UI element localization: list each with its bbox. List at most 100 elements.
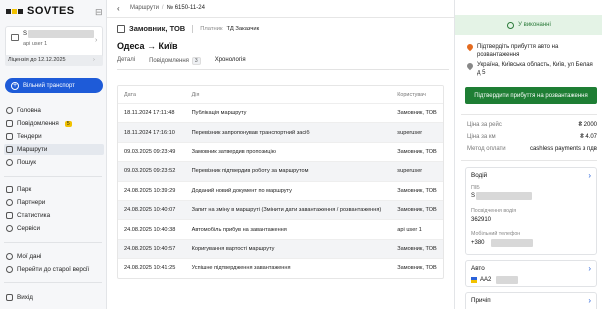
trailer-card[interactable]: Причіп ›: [465, 292, 597, 309]
free-transport-button[interactable]: + Вільний транспорт: [5, 78, 103, 93]
sidebar-item-label: Парк: [17, 186, 32, 193]
location-pin-icon: [467, 63, 473, 70]
cell-date: 24.08.2025 10:39:29: [124, 187, 176, 194]
unloading-address: Україна, Київська область, Київ, ул Бела…: [477, 62, 593, 76]
driver-name: S: [471, 193, 476, 199]
chevron-right-icon: ›: [588, 296, 591, 305]
sidebar-divider: [4, 282, 102, 283]
driver-card-title: Водій: [471, 172, 488, 179]
sidebar-item-label: Головна: [17, 107, 41, 114]
auto-plate: AA2: [480, 277, 492, 283]
breadcrumb-current: № 6150-11-24: [166, 5, 205, 11]
sidebar-item-label: Повідомлення: [17, 120, 59, 127]
cell-date: 18.11.2024 17:16:10: [124, 129, 175, 136]
cell-date: 09.03.2025 09:23:52: [124, 168, 176, 175]
sidebar-item-tenders[interactable]: Тендери: [4, 131, 104, 142]
divider: [461, 114, 597, 115]
refresh-icon: [507, 21, 515, 29]
table-header: Дата Дія Користувач: [118, 86, 443, 103]
arrival-alert: Підтвердіть прибуття авто на розвантажен…: [477, 44, 559, 58]
cell-user: Замовник, ТОВ: [397, 265, 437, 272]
sidebar-item-old-version[interactable]: Перейти до старої версії: [4, 264, 104, 275]
table-row: 24.08.2025 10:41:25 Успішне підтвердження…: [118, 258, 443, 277]
partners-icon: [6, 199, 13, 206]
chevron-right-icon: ›: [95, 37, 98, 44]
confirm-unloading-button[interactable]: Підтвердити прибуття на розвантаження: [465, 87, 597, 104]
collapse-sidebar-icon[interactable]: ⊟: [95, 7, 103, 18]
chart-icon: [6, 212, 13, 219]
tender-icon: [6, 133, 13, 140]
payment-method: Метод оплати cashless payments з пдв: [467, 146, 597, 152]
cell-action: Успішне підтвердження завантаження: [191, 265, 291, 272]
tab-underline: [117, 69, 449, 70]
trailer-card-title: Причіп: [471, 297, 491, 304]
cell-user: Замовник, ТОВ: [397, 187, 437, 194]
sidebar-item-home[interactable]: Головна: [4, 105, 104, 116]
cell-date: 24.08.2025 10:40:57: [124, 245, 176, 252]
driver-phone: +380: [471, 240, 485, 246]
notifications-badge: 5: [64, 120, 72, 127]
sidebar-item-label: Мої дані: [17, 253, 42, 260]
price-per-trip: Ціна за рейс ₴ 2000: [467, 122, 597, 128]
brand-name: SOVTES: [27, 5, 75, 17]
account-name-redacted: [28, 30, 94, 38]
logo-icon: [6, 8, 23, 14]
cell-user: Замовник, ТОВ: [397, 207, 437, 214]
company-name[interactable]: Замовник, ТОВ: [129, 24, 185, 33]
back-arrow-icon[interactable]: ‹: [117, 4, 120, 13]
sidebar-item-label: Вихід: [17, 294, 33, 301]
sidebar-item-statistics[interactable]: Статистика: [4, 210, 104, 221]
sidebar-item-label: Партнери: [17, 199, 46, 206]
sidebar-item-routes[interactable]: Маршрути: [4, 144, 104, 155]
sidebar-item-park[interactable]: Парк: [4, 184, 104, 195]
table-row: 18.11.2024 17:16:10 Перевізник запропонув…: [118, 122, 443, 142]
messages-count-badge: 3: [191, 57, 201, 65]
bell-icon: [6, 120, 13, 127]
col-date-header: Дата: [124, 91, 136, 98]
plus-icon: +: [11, 81, 19, 90]
chevron-right-icon: ›: [93, 57, 95, 63]
driver-phone-label: Мобільний телефон: [471, 231, 521, 237]
auto-plate-redacted: [496, 276, 518, 284]
col-user-header: Користувач: [397, 91, 426, 98]
logout-icon: [6, 294, 13, 301]
driver-license-value: 362910: [471, 217, 492, 223]
profile-icon: [6, 253, 13, 260]
sidebar-item-label: Тендери: [17, 133, 42, 140]
home-icon: [6, 107, 13, 114]
location-pin-icon: [467, 44, 473, 51]
services-icon: [6, 225, 13, 232]
driver-card[interactable]: Водій › ПІБ S Посвідчення водія 362910 М…: [465, 167, 597, 255]
cell-action: Перевізник підтвердив роботу за маршруто…: [191, 168, 309, 175]
cell-user: Замовник, ТОВ: [397, 148, 437, 155]
sidebar-item-label: Маршрути: [17, 146, 48, 153]
license-info[interactable]: Ліцензія до 12.12.2025 ›: [5, 55, 103, 66]
auto-card-title: Авто: [471, 265, 485, 272]
brand-logo[interactable]: SOVTES: [6, 5, 75, 17]
route-side-panel: У виконанні Підтвердіть прибуття авто на…: [454, 0, 602, 309]
sidebar-divider: [4, 242, 102, 243]
truck-icon: [6, 186, 13, 193]
swap-icon: [6, 266, 13, 273]
account-user: api user 1: [23, 41, 48, 47]
sidebar-item-partners[interactable]: Партнери: [4, 197, 104, 208]
table-row: 24.08.2025 10:40:38 Автомобіль прибув на …: [118, 219, 443, 238]
cell-date: 24.08.2025 10:41:25: [124, 265, 176, 272]
sidebar-item-logout[interactable]: Вихід: [4, 292, 104, 303]
cell-user: superuser: [397, 168, 423, 175]
sidebar-item-label: Перейти до старої версії: [17, 266, 90, 273]
table-row: 24.08.2025 10:40:57 Коригування вартості …: [118, 238, 443, 259]
breadcrumb-routes[interactable]: Маршрути: [130, 5, 159, 11]
sidebar-item-search[interactable]: Пошук: [4, 157, 104, 168]
cell-action: Перевізник запропонував транспортний зас…: [191, 129, 310, 136]
sidebar-item-notifications[interactable]: Повідомлення 5: [4, 118, 104, 129]
cell-action: Доданий новий документ по маршруту: [191, 187, 292, 194]
top-header: ‹ Маршрути / № 6150-11-24: [107, 0, 454, 18]
sidebar-item-my-data[interactable]: Мої дані: [4, 251, 104, 262]
sidebar-item-label: Сервіси: [17, 225, 40, 232]
chevron-right-icon: ›: [588, 264, 591, 273]
auto-card[interactable]: Авто › AA2: [465, 260, 597, 287]
cell-user: Замовник, ТОВ: [397, 245, 437, 252]
status-text: У виконанні: [518, 22, 551, 28]
sidebar-item-services[interactable]: Сервіси: [4, 223, 104, 234]
